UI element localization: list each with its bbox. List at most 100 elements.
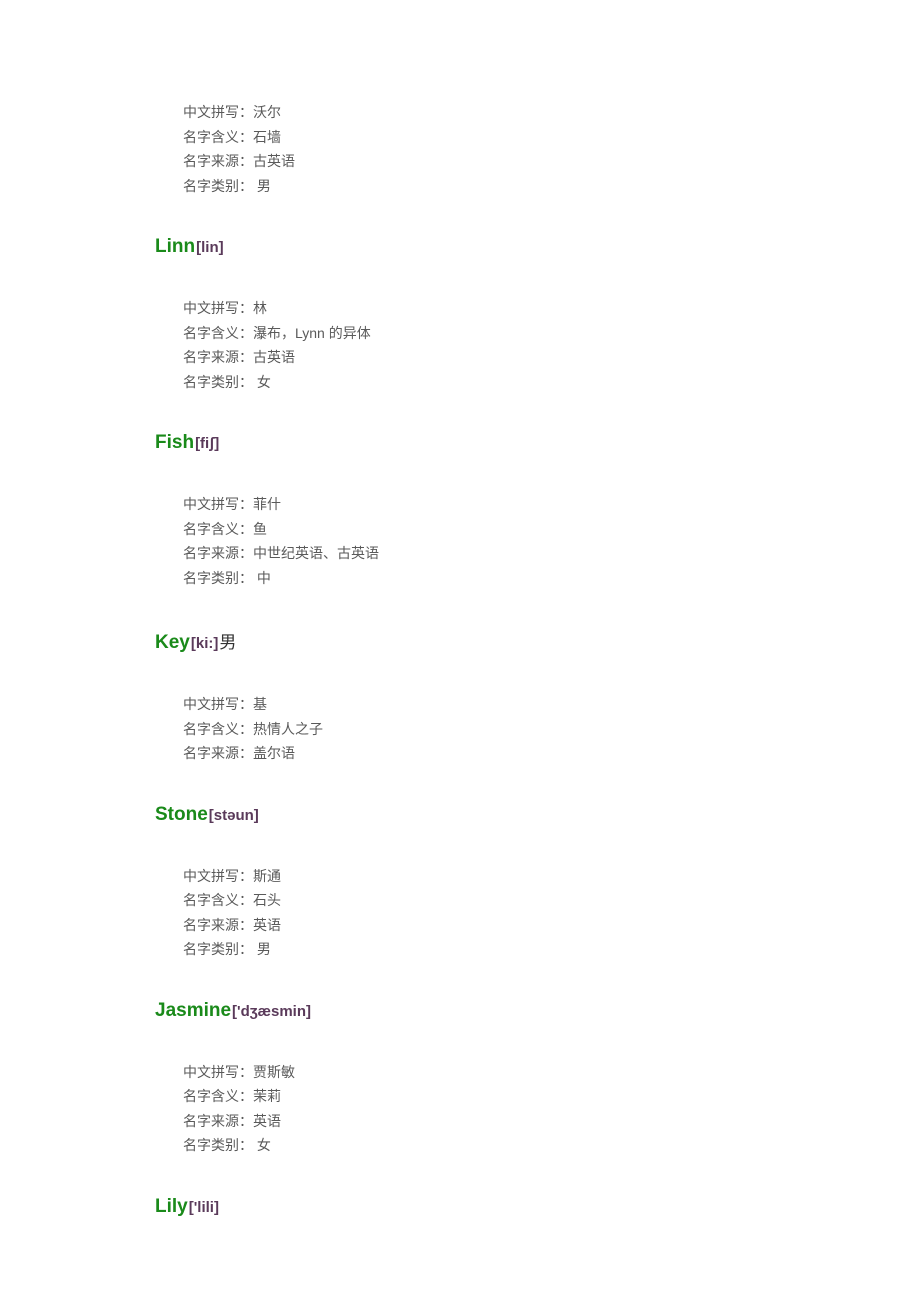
detail-pinyin-value: 基 [253, 696, 267, 712]
detail-origin-label: 名字来源： [183, 153, 253, 169]
detail-pinyin-value: 林 [253, 300, 267, 316]
detail-pinyin-label: 中文拼写： [183, 1064, 253, 1080]
detail-origin-label: 名字来源： [183, 349, 253, 365]
detail-gender-label: 名字类别： [183, 570, 257, 586]
detail-origin-label: 名字来源： [183, 917, 253, 933]
detail-origin-label: 名字来源： [183, 545, 253, 561]
detail-pinyin: 中文拼写：基 [183, 692, 920, 717]
entry-details: 中文拼写：斯通名字含义：石头名字来源：英语名字类别： 男 [155, 864, 920, 962]
name-entry: Jasmine['dʒæsmin]中文拼写：贾斯敏名字含义：茉莉名字来源：英语名… [155, 1000, 920, 1158]
entry-name: Key [155, 632, 190, 654]
entry-name: Lily [155, 1196, 188, 1218]
detail-origin: 名字来源：古英语 [183, 149, 920, 174]
detail-pinyin-label: 中文拼写： [183, 696, 253, 712]
name-entry: Linn[lin]中文拼写：林名字含义：瀑布，Lynn 的异体名字来源：古英语名… [155, 236, 920, 394]
name-entry: Lily['lili] [155, 1196, 920, 1218]
detail-gender-label: 名字类别： [183, 941, 257, 957]
detail-gender-value: 男 [257, 941, 271, 957]
entry-details: 中文拼写：贾斯敏名字含义：茉莉名字来源：英语名字类别： 女 [155, 1060, 920, 1158]
detail-gender: 名字类别： 女 [183, 370, 920, 395]
detail-pinyin: 中文拼写：斯通 [183, 864, 920, 889]
detail-meaning: 名字含义：热情人之子 [183, 717, 920, 742]
entry-pronunciation: [stəun] [209, 807, 259, 824]
detail-meaning: 名字含义：石墙 [183, 125, 920, 150]
detail-meaning-label: 名字含义： [183, 129, 253, 145]
entry-pronunciation: ['dʒæsmin] [232, 1003, 311, 1020]
detail-gender-value: 男 [257, 178, 271, 194]
detail-origin-value: 英语 [253, 1113, 281, 1129]
detail-gender-value: 女 [257, 1137, 271, 1153]
detail-meaning-label: 名字含义： [183, 325, 253, 341]
entry-name: Fish [155, 432, 194, 454]
detail-gender-value: 中 [257, 570, 271, 586]
detail-meaning: 名字含义：鱼 [183, 517, 920, 542]
page-content: 中文拼写：沃尔名字含义：石墙名字来源：古英语名字类别： 男Linn[lin]中文… [0, 0, 920, 1296]
entry-details: 中文拼写：沃尔名字含义：石墙名字来源：古英语名字类别： 男 [155, 100, 920, 198]
detail-gender-label: 名字类别： [183, 374, 257, 390]
detail-gender: 名字类别： 男 [183, 937, 920, 962]
entry-pronunciation: [fiʃ] [195, 435, 219, 452]
detail-origin-value: 盖尔语 [253, 745, 295, 761]
entry-name: Stone [155, 804, 208, 826]
detail-pinyin-value: 菲什 [253, 496, 281, 512]
detail-pinyin-label: 中文拼写： [183, 300, 253, 316]
detail-origin-value: 中世纪英语、古英语 [253, 545, 379, 561]
detail-meaning-label: 名字含义： [183, 521, 253, 537]
detail-origin-label: 名字来源： [183, 745, 253, 761]
name-entry: Key[ki:]男中文拼写：基名字含义：热情人之子名字来源：盖尔语 [155, 628, 920, 766]
detail-pinyin-label: 中文拼写： [183, 104, 253, 120]
detail-origin-value: 英语 [253, 917, 281, 933]
entry-heading: Key[ki:]男 [155, 628, 920, 654]
entry-pronunciation: [lin] [196, 239, 224, 256]
entry-details: 中文拼写：林名字含义：瀑布，Lynn 的异体名字来源：古英语名字类别： 女 [155, 296, 920, 394]
detail-origin: 名字来源：古英语 [183, 345, 920, 370]
detail-pinyin-value: 斯通 [253, 868, 281, 884]
entry-pronunciation: [ki:] [191, 635, 219, 652]
detail-meaning-value: 鱼 [253, 521, 267, 537]
detail-origin-label: 名字来源： [183, 1113, 253, 1129]
entry-heading: Jasmine['dʒæsmin] [155, 1000, 920, 1022]
detail-gender-value: 女 [257, 374, 271, 390]
entry-heading: Stone[stəun] [155, 804, 920, 826]
detail-pinyin: 中文拼写：贾斯敏 [183, 1060, 920, 1085]
detail-pinyin: 中文拼写：林 [183, 296, 920, 321]
detail-meaning-label: 名字含义： [183, 1088, 253, 1104]
detail-pinyin: 中文拼写：沃尔 [183, 100, 920, 125]
detail-origin-value: 古英语 [253, 153, 295, 169]
entry-details: 中文拼写：基名字含义：热情人之子名字来源：盖尔语 [155, 692, 920, 766]
detail-gender: 名字类别： 中 [183, 566, 920, 591]
detail-meaning: 名字含义：石头 [183, 888, 920, 913]
name-entry: Stone[stəun]中文拼写：斯通名字含义：石头名字来源：英语名字类别： 男 [155, 804, 920, 962]
detail-pinyin-value: 贾斯敏 [253, 1064, 295, 1080]
detail-gender: 名字类别： 男 [183, 174, 920, 199]
entry-heading: Linn[lin] [155, 236, 920, 258]
detail-meaning: 名字含义：茉莉 [183, 1084, 920, 1109]
entry-heading: Fish[fiʃ] [155, 432, 920, 454]
detail-meaning-value: 茉莉 [253, 1088, 281, 1104]
detail-meaning-value: 热情人之子 [253, 721, 323, 737]
detail-pinyin: 中文拼写：菲什 [183, 492, 920, 517]
detail-meaning-value: 石墙 [253, 129, 281, 145]
detail-meaning-value: 瀑布，Lynn 的异体 [253, 325, 371, 341]
detail-meaning-value: 石头 [253, 892, 281, 908]
detail-meaning-label: 名字含义： [183, 892, 253, 908]
detail-origin-value: 古英语 [253, 349, 295, 365]
detail-origin: 名字来源：英语 [183, 1109, 920, 1134]
entry-pronunciation: ['lili] [189, 1199, 219, 1216]
detail-meaning-label: 名字含义： [183, 721, 253, 737]
detail-origin: 名字来源：中世纪英语、古英语 [183, 541, 920, 566]
detail-origin: 名字来源：英语 [183, 913, 920, 938]
entry-name: Linn [155, 236, 195, 258]
entry-heading: Lily['lili] [155, 1196, 920, 1218]
entry-suffix: 男 [219, 628, 236, 653]
detail-pinyin-label: 中文拼写： [183, 868, 253, 884]
detail-meaning: 名字含义：瀑布，Lynn 的异体 [183, 321, 920, 346]
detail-gender: 名字类别： 女 [183, 1133, 920, 1158]
name-entry: Fish[fiʃ]中文拼写：菲什名字含义：鱼名字来源：中世纪英语、古英语名字类别… [155, 432, 920, 590]
entry-name: Jasmine [155, 1000, 231, 1022]
detail-pinyin-label: 中文拼写： [183, 496, 253, 512]
detail-gender-label: 名字类别： [183, 178, 257, 194]
entry-details: 中文拼写：菲什名字含义：鱼名字来源：中世纪英语、古英语名字类别： 中 [155, 492, 920, 590]
detail-origin: 名字来源：盖尔语 [183, 741, 920, 766]
detail-gender-label: 名字类别： [183, 1137, 257, 1153]
